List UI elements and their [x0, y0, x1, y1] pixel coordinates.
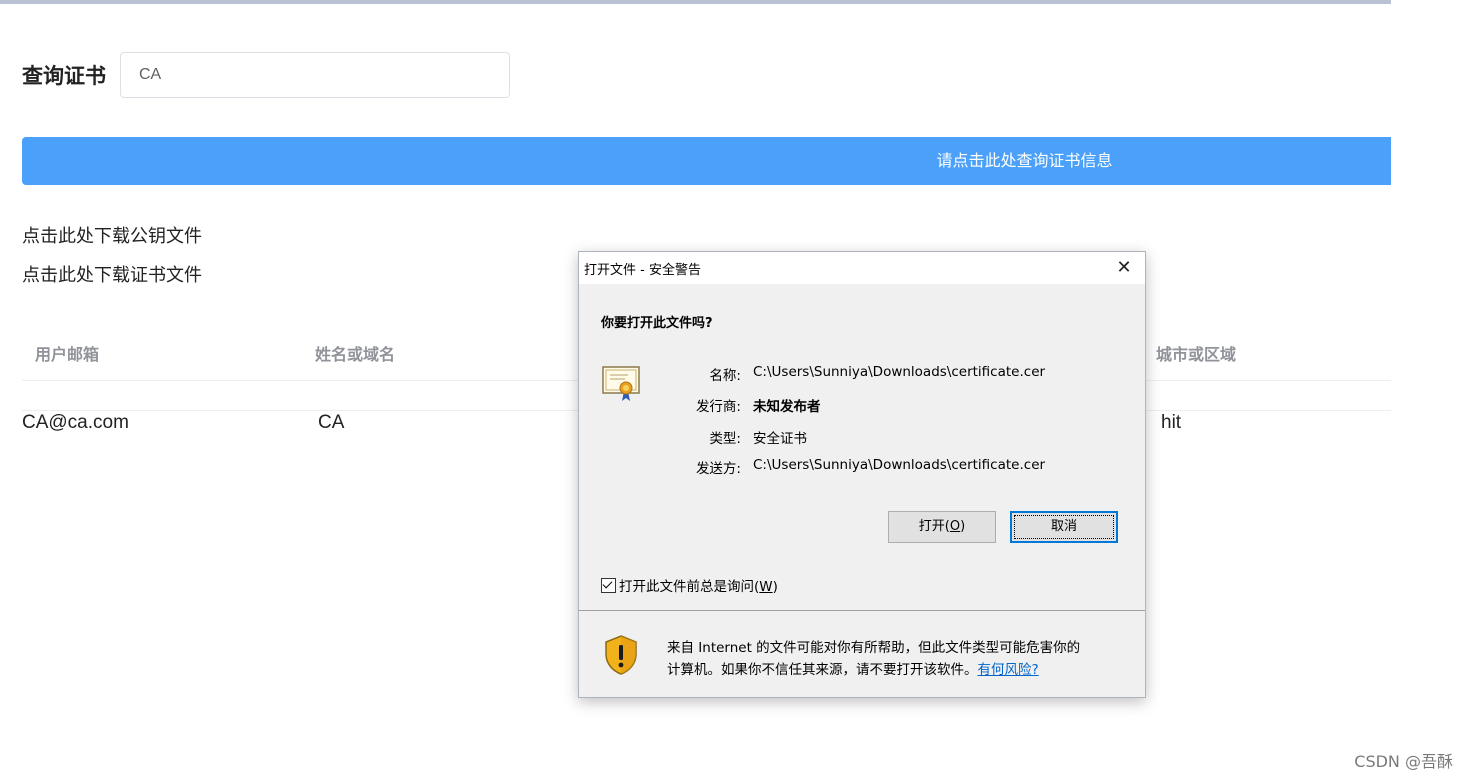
- dialog-question: 你要打开此文件吗?: [601, 316, 713, 331]
- field-value-name: C:\Users\Sunniya\Downloads\certificate.c…: [753, 364, 1046, 380]
- query-certificate-button[interactable]: 请点击此处查询证书信息: [22, 137, 1391, 185]
- checkbox-mnemonic: W: [759, 579, 773, 595]
- warning-message: 来自 Internet 的文件可能对你有所帮助，但此文件类型可能危害你的 计算机…: [667, 637, 1122, 681]
- cell-email: CA@ca.com: [22, 412, 129, 433]
- download-certificate-link[interactable]: 点击此处下载证书文件: [22, 261, 202, 287]
- search-input[interactable]: [120, 52, 510, 98]
- open-button[interactable]: 打开(O): [888, 511, 996, 543]
- cancel-button[interactable]: 取消: [1010, 511, 1118, 543]
- cell-name: CA: [318, 412, 345, 433]
- column-header-email: 用户邮箱: [35, 345, 100, 364]
- field-value-publisher: 未知发布者: [753, 399, 821, 415]
- cell-city: hit: [1161, 412, 1182, 433]
- shield-warning-icon: [605, 635, 637, 675]
- open-button-label: 打开(: [918, 519, 950, 534]
- certificate-icon: [602, 366, 640, 401]
- warning-line-1: 来自 Internet 的文件可能对你有所帮助，但此文件类型可能危害你的: [667, 640, 1081, 656]
- field-label-from: 发送方:: [695, 461, 741, 477]
- checkbox-suffix: ): [772, 579, 778, 595]
- column-header-city: 城市或区域: [1156, 345, 1237, 364]
- field-label-name: 名称:: [709, 368, 741, 384]
- open-button-suffix: ): [960, 519, 966, 534]
- watermark: CSDN @吾酥: [1354, 752, 1453, 771]
- search-label: 查询证书: [22, 64, 106, 88]
- always-ask-checkbox[interactable]: 打开此文件前总是询问(W): [601, 575, 778, 595]
- dialog-separator: [579, 610, 1145, 611]
- query-button-label: 请点击此处查询证书信息: [936, 151, 1113, 170]
- security-warning-dialog: 打开文件 - 安全警告 ✕ 你要打开此文件吗? 名称: C:\Users\Sun…: [578, 251, 1146, 698]
- dialog-titlebar: 打开文件 - 安全警告 ✕: [579, 252, 1145, 284]
- dialog-title: 打开文件 - 安全警告: [584, 263, 701, 278]
- field-label-type: 类型:: [709, 431, 741, 447]
- open-button-mnemonic: O: [949, 519, 961, 534]
- risk-link[interactable]: 有何风险?: [978, 662, 1039, 678]
- checkbox-checked-icon[interactable]: [601, 578, 616, 593]
- top-border: [0, 0, 1391, 4]
- warning-line-2-wrapper: 计算机。如果你不信任其来源，请不要打开该软件。有何风险?: [667, 659, 1122, 681]
- column-header-name: 姓名或域名: [315, 345, 396, 364]
- close-icon[interactable]: ✕: [1111, 255, 1137, 281]
- field-value-from: C:\Users\Sunniya\Downloads\certificate.c…: [753, 457, 1046, 473]
- field-label-publisher: 发行商:: [695, 399, 741, 415]
- download-public-key-link[interactable]: 点击此处下载公钥文件: [22, 222, 202, 248]
- field-value-type: 安全证书: [753, 431, 807, 447]
- warning-line-2: 计算机。如果你不信任其来源，请不要打开该软件。: [667, 662, 978, 678]
- checkbox-label: 打开此文件前总是询问(: [619, 579, 760, 595]
